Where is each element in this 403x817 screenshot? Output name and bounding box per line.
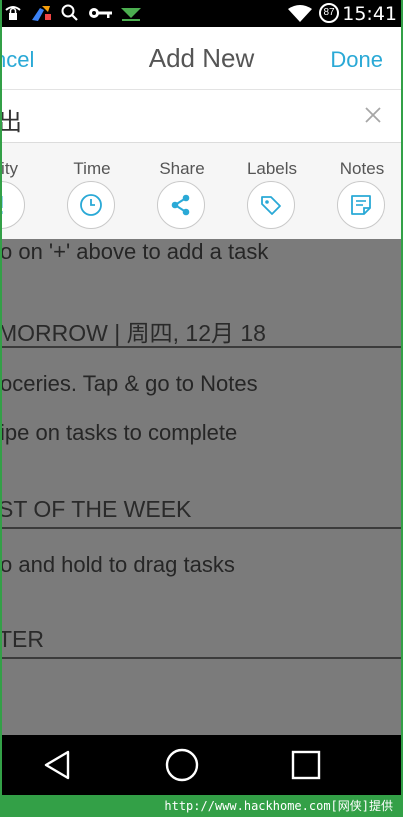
section-header-later: TER (2, 626, 44, 652)
list-item: oceries. Tap & go to Notes (2, 371, 258, 396)
search-icon (61, 4, 78, 21)
notes-icon (351, 195, 371, 215)
recents-icon[interactable] (288, 747, 324, 783)
option-share[interactable]: Share (137, 143, 227, 239)
option-labels-circle (247, 181, 295, 229)
option-share-circle (157, 181, 205, 229)
list-item: ipe on tasks to complete (2, 420, 238, 445)
wifi-icon (288, 5, 312, 22)
clock-icon (80, 194, 102, 216)
share-icon (171, 194, 190, 216)
sweep-icon (32, 6, 51, 21)
section-divider (2, 527, 401, 529)
option-notes-circle (337, 181, 385, 229)
back-icon[interactable] (40, 747, 76, 783)
header-bar: ncel Add New Done (2, 27, 401, 90)
clear-icon[interactable] (361, 103, 385, 127)
task-options-bar: ority Time Share (2, 143, 401, 239)
option-notes[interactable]: Notes (317, 143, 401, 239)
done-button[interactable]: Done (330, 47, 383, 73)
watermark: http://www.hackhome.com[网侠]提供 (164, 799, 393, 813)
option-labels-label: Labels (246, 159, 298, 178)
option-priority[interactable]: ority (2, 143, 47, 239)
home-icon[interactable] (164, 747, 200, 783)
section-header-tomorrow: MORROW | 周四, 12月 18 (2, 320, 266, 346)
option-share-label: Share (159, 159, 205, 178)
clock: 15:41 (342, 3, 397, 25)
navigation-bar (2, 735, 401, 795)
tag-icon (261, 196, 281, 215)
option-time-label: Time (73, 159, 111, 178)
list-item: o and hold to drag tasks (2, 552, 235, 577)
lock-wifi-icon (5, 6, 21, 20)
option-notes-label: Notes (339, 159, 385, 178)
key-icon (89, 8, 112, 18)
section-divider (2, 346, 401, 348)
option-time-circle (67, 181, 115, 229)
download-icon (121, 8, 141, 21)
section-divider (2, 657, 401, 659)
task-input[interactable]: 出 (2, 102, 22, 137)
list-item: o on '+' above to add a task (2, 239, 269, 264)
battery-level: 87 (323, 7, 335, 18)
task-input-row: 出 (2, 90, 401, 143)
option-priority-circle (2, 181, 25, 229)
phone-screen: 87 15:41 ncel Add New Done 出 ority Time (2, 0, 401, 795)
option-labels[interactable]: Labels (227, 143, 317, 239)
section-header-week: ST OF THE WEEK (2, 496, 192, 522)
option-priority-label: ority (2, 159, 19, 178)
option-time[interactable]: Time (47, 143, 137, 239)
battery-icon: 87 (319, 3, 339, 23)
task-list-overlay: o on '+' above to add a task MORROW | 周四… (2, 239, 401, 735)
status-bar: 87 15:41 (2, 0, 401, 27)
priority-icon (2, 196, 3, 214)
